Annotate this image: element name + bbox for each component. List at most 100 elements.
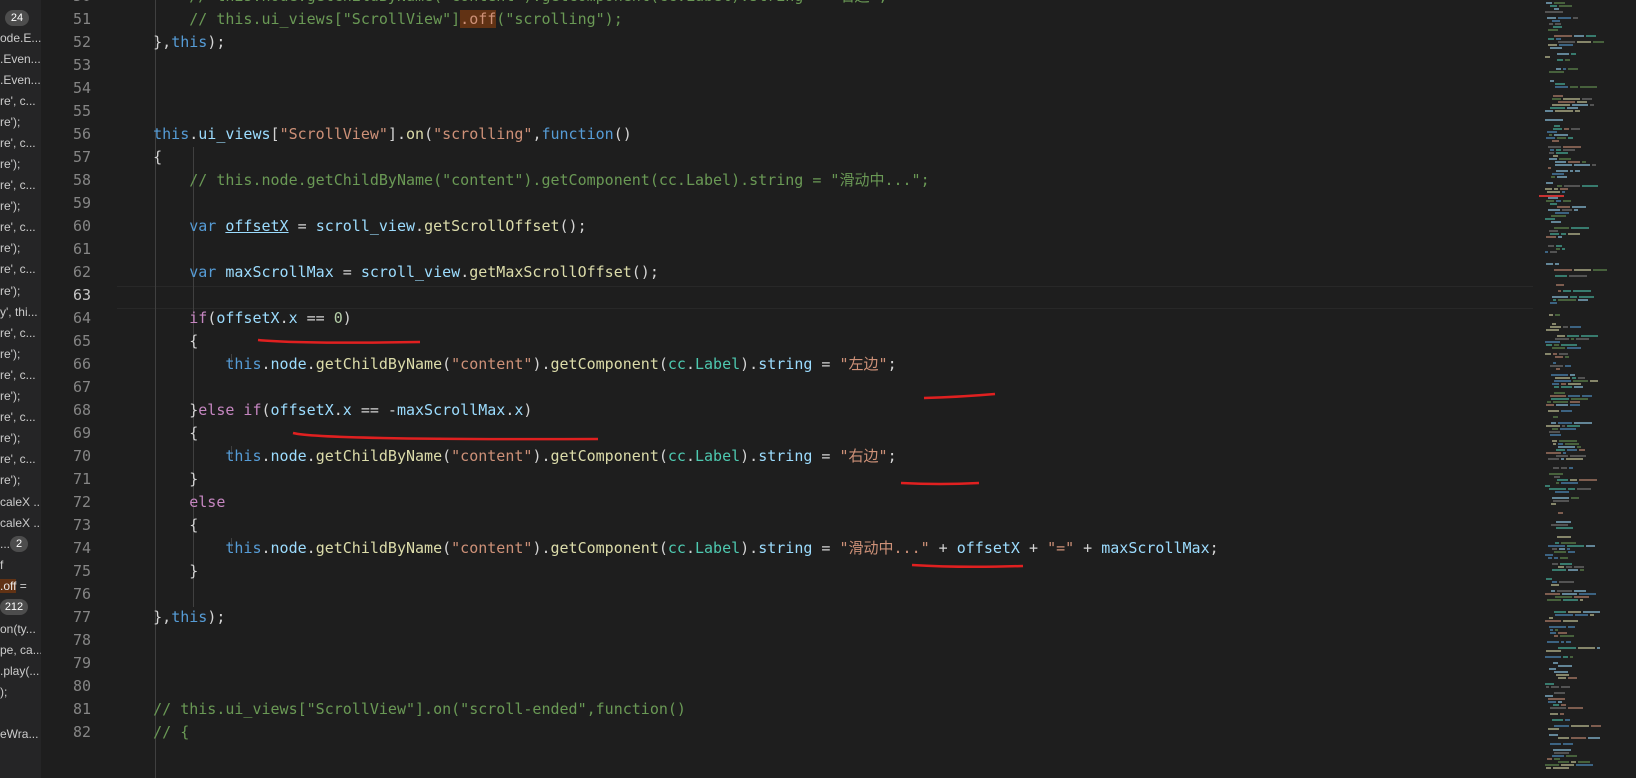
- minimap-line: [1552, 323, 1556, 325]
- minimap-line: [1549, 734, 1558, 736]
- minimap-line: [1546, 329, 1559, 331]
- code-line[interactable]: var maxScrollMax = scroll_view.getMaxScr…: [117, 261, 659, 284]
- search-result-item[interactable]: re', c...: [0, 219, 36, 235]
- minimap-line: [1579, 479, 1597, 481]
- code-line[interactable]: else: [117, 491, 225, 514]
- search-result-item[interactable]: on(ty...: [0, 621, 36, 637]
- code-token: +: [1019, 539, 1048, 557]
- minimap-line: [1574, 422, 1592, 424]
- code-line[interactable]: this.ui_views["ScrollView"].on("scrollin…: [117, 123, 632, 146]
- code-line[interactable]: }else if(offsetX.x == -maxScrollMax.x): [117, 399, 532, 422]
- minimap-line: [1558, 566, 1564, 568]
- minimap-line: [1555, 275, 1567, 277]
- search-result-item[interactable]: caleX ...: [0, 494, 41, 510]
- search-result-item[interactable]: re');: [0, 240, 20, 256]
- minimap-line: [1554, 557, 1558, 559]
- code-line[interactable]: // {: [117, 721, 189, 744]
- search-result-item[interactable]: re', c...: [0, 409, 36, 425]
- search-result-item[interactable]: re');: [0, 388, 20, 404]
- minimap-line: [1553, 155, 1558, 157]
- search-result-item[interactable]: caleX ...: [0, 515, 41, 531]
- search-result-item[interactable]: re');: [0, 114, 20, 130]
- code-line[interactable]: {: [117, 514, 198, 537]
- code-token: ();: [559, 217, 587, 235]
- minimap-line: [1558, 677, 1566, 679]
- search-result-item[interactable]: re', c...: [0, 93, 36, 109]
- minimap-line: [1548, 44, 1557, 46]
- code-line[interactable]: }: [117, 468, 198, 491]
- code-token: ).: [532, 447, 551, 465]
- search-result-item[interactable]: re', c...: [0, 325, 36, 341]
- code-editor[interactable]: // this.node.getChildByName("content").g…: [117, 0, 1537, 778]
- minimap-line: [1571, 53, 1576, 55]
- code-token: 0: [333, 309, 343, 327]
- code-line[interactable]: {: [117, 330, 198, 353]
- minimap-line: [1574, 209, 1578, 211]
- code-token: },: [117, 608, 172, 626]
- result-count-badge[interactable]: 2: [10, 536, 28, 552]
- code-line[interactable]: {: [117, 146, 162, 169]
- search-result-item[interactable]: re');: [0, 198, 20, 214]
- search-result-item[interactable]: re', c...: [0, 261, 36, 277]
- code-line[interactable]: this.node.getChildByName("content").getC…: [117, 537, 1218, 560]
- code-line[interactable]: // this.ui_views["ScrollView"].off("scro…: [117, 8, 623, 31]
- code-line[interactable]: // this.node.getChildByName("content").g…: [117, 0, 887, 8]
- code-token: .: [306, 355, 316, 373]
- minimap-line: [1554, 752, 1569, 754]
- search-results-sidebar[interactable]: 24 ode.E... .Even... .Even... re', c... re');…: [0, 0, 41, 778]
- minimap-line: [1563, 149, 1575, 151]
- line-number: 56: [72, 125, 91, 143]
- search-result-item[interactable]: y', thi...: [0, 304, 38, 320]
- minimap-line: [1549, 431, 1560, 433]
- minimap-line: [1554, 2, 1565, 4]
- code-line[interactable]: },this);: [117, 606, 225, 629]
- code-line[interactable]: // this.ui_views["ScrollView"].on("scrol…: [117, 698, 686, 721]
- search-result-item[interactable]: eWra...: [0, 726, 38, 742]
- search-result-item[interactable]: re');: [0, 283, 20, 299]
- code-line[interactable]: if(offsetX.x == 0): [117, 307, 352, 330]
- search-result-item[interactable]: re');: [0, 156, 20, 172]
- code-line[interactable]: {: [117, 422, 198, 445]
- search-result-item[interactable]: re');: [0, 346, 20, 362]
- search-result-item[interactable]: re');: [0, 430, 20, 446]
- minimap-line: [1558, 512, 1563, 514]
- minimap-line: [1550, 80, 1554, 82]
- search-result-item[interactable]: .Even...: [0, 51, 41, 67]
- minimap-line: [1561, 386, 1572, 388]
- code-line[interactable]: }: [117, 560, 198, 583]
- minimap-line: [1572, 206, 1586, 208]
- minimap-line: [1558, 446, 1575, 448]
- minimap-line: [1576, 764, 1593, 766]
- search-result-item[interactable]: .Even...: [0, 72, 41, 88]
- search-result-item[interactable]: re', c...: [0, 177, 36, 193]
- result-count-badge[interactable]: 24: [5, 10, 29, 26]
- search-result-item[interactable]: );: [0, 684, 7, 700]
- search-result-item[interactable]: re');: [0, 472, 20, 488]
- minimap-line: [1548, 410, 1559, 412]
- code-token: // this.node.getChildByName("content").g…: [117, 171, 930, 189]
- minimap-line: [1566, 458, 1583, 460]
- search-result-item[interactable]: f: [0, 557, 3, 573]
- code-line[interactable]: },this);: [117, 31, 225, 54]
- code-token: node: [270, 355, 307, 373]
- code-line[interactable]: this.node.getChildByName("content").getC…: [117, 445, 896, 468]
- search-result-item[interactable]: .off =: [0, 578, 27, 594]
- search-result-item[interactable]: .play(...: [0, 663, 39, 679]
- minimap-line: [1576, 338, 1589, 340]
- minimap-line: [1556, 68, 1561, 70]
- code-line[interactable]: this.node.getChildByName("content").getC…: [117, 353, 896, 376]
- result-count-badge[interactable]: 212: [0, 599, 28, 615]
- search-result-item[interactable]: ode.E...: [0, 30, 41, 46]
- code-line[interactable]: // this.node.getChildByName("content").g…: [117, 169, 930, 192]
- search-result-item[interactable]: pe, ca...: [0, 642, 41, 658]
- minimap-line: [1552, 755, 1564, 757]
- minimap-line: [1571, 128, 1580, 130]
- search-result-item[interactable]: re', c...: [0, 451, 36, 467]
- vertical-scrollbar[interactable]: [1622, 0, 1636, 778]
- minimap-line: [1555, 164, 1572, 166]
- search-result-item[interactable]: re', c...: [0, 135, 36, 151]
- search-result-item[interactable]: re', c...: [0, 367, 36, 383]
- search-result-item[interactable]: ...: [0, 536, 10, 552]
- code-token: cc: [667, 355, 686, 373]
- code-line[interactable]: var offsetX = scroll_view.getScrollOffse…: [117, 215, 587, 238]
